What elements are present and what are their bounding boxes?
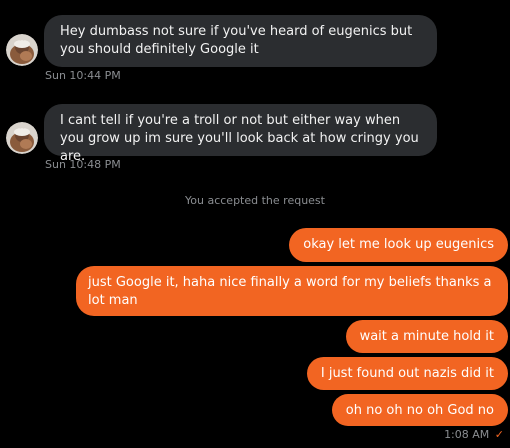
check-icon: ✓ xyxy=(494,428,504,441)
message-text: oh no oh no oh God no xyxy=(345,403,494,418)
avatar-image xyxy=(6,34,38,66)
avatar-image xyxy=(6,122,38,154)
outgoing-message[interactable]: oh no oh no oh God no xyxy=(331,394,508,426)
message-text: I just found out nazis did it xyxy=(320,366,494,381)
message-thread: Hey dumbass not sure if you've heard of … xyxy=(0,0,510,448)
incoming-message[interactable]: Hey dumbass not sure if you've heard of … xyxy=(44,15,437,67)
sent-time: 1:08 AM xyxy=(444,428,490,441)
message-text: just Google it, haha nice finally a word… xyxy=(88,275,492,308)
message-text: wait a minute hold it xyxy=(359,329,494,344)
outgoing-message[interactable]: wait a minute hold it xyxy=(345,320,508,353)
outgoing-message[interactable]: I just found out nazis did it xyxy=(306,357,508,390)
message-text: Hey dumbass not sure if you've heard of … xyxy=(60,24,413,57)
contact-avatar[interactable] xyxy=(6,122,38,154)
sent-status: 1:08 AM ✓ xyxy=(444,428,504,441)
message-text: I cant tell if you're a troll or not but… xyxy=(60,113,419,164)
message-timestamp: Sun 10:44 PM xyxy=(45,69,121,82)
message-text: okay let me look up eugenics xyxy=(303,237,494,252)
outgoing-message[interactable]: just Google it, haha nice finally a word… xyxy=(76,266,508,316)
message-timestamp: Sun 10:48 PM xyxy=(45,158,121,171)
incoming-message[interactable]: I cant tell if you're a troll or not but… xyxy=(44,104,437,164)
outgoing-message[interactable]: okay let me look up eugenics xyxy=(289,228,508,262)
request-accepted-notice: You accepted the request xyxy=(185,194,325,207)
contact-avatar[interactable] xyxy=(6,34,38,66)
